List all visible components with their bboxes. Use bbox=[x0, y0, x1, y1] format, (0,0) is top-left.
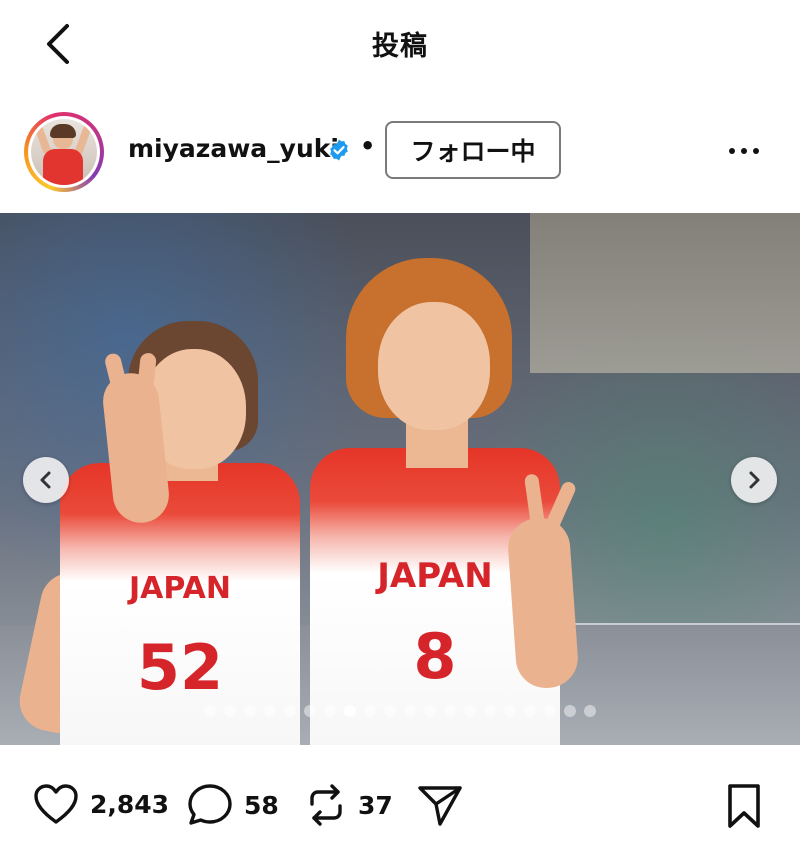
carousel-dot bbox=[264, 705, 276, 717]
more-options-button[interactable] bbox=[722, 136, 766, 166]
carousel-indicator bbox=[0, 704, 800, 718]
player-right: JAPAN 8 bbox=[290, 258, 610, 745]
post-actions: 2,843 58 37 bbox=[0, 760, 800, 848]
more-dot-icon bbox=[729, 148, 735, 154]
top-bar: 投稿 bbox=[0, 0, 800, 90]
carousel-dot bbox=[584, 705, 596, 717]
chevron-right-icon bbox=[749, 471, 760, 489]
chevron-left-icon bbox=[40, 471, 51, 489]
repost-icon bbox=[310, 784, 342, 826]
like-count: 2,843 bbox=[90, 789, 170, 819]
carousel-dot bbox=[564, 705, 576, 717]
carousel-dot bbox=[464, 705, 476, 717]
avatar[interactable] bbox=[24, 112, 104, 192]
carousel-dot bbox=[444, 705, 456, 717]
comment-count: 58 bbox=[244, 790, 279, 820]
like-button[interactable]: 2,843 bbox=[32, 782, 169, 826]
comment-button[interactable]: 58 bbox=[186, 782, 279, 828]
carousel-dot bbox=[524, 705, 536, 717]
more-dot-icon bbox=[741, 148, 747, 154]
username[interactable]: miyazawa_yuki bbox=[128, 134, 339, 163]
carousel-dot bbox=[224, 705, 236, 717]
comment-icon bbox=[188, 784, 232, 825]
carousel-prev-button[interactable] bbox=[23, 457, 69, 503]
post-author-row: miyazawa_yuki • フォロー中 bbox=[0, 100, 800, 204]
verified-badge-icon bbox=[330, 139, 348, 161]
carousel-dot bbox=[404, 705, 416, 717]
repost-button[interactable]: 37 bbox=[304, 782, 393, 828]
carousel-dot bbox=[544, 705, 556, 717]
carousel-dot bbox=[424, 705, 436, 717]
carousel-dot bbox=[204, 705, 216, 717]
player-left: JAPAN 52 bbox=[14, 313, 330, 745]
carousel-dot bbox=[484, 705, 496, 717]
heart-icon bbox=[34, 784, 78, 824]
repost-count: 37 bbox=[358, 790, 393, 820]
more-dot-icon bbox=[753, 148, 759, 154]
carousel-dot bbox=[304, 705, 316, 717]
share-button[interactable] bbox=[416, 782, 464, 828]
carousel-dot bbox=[284, 705, 296, 717]
avatar-image bbox=[31, 119, 97, 185]
carousel-next-button[interactable] bbox=[731, 457, 777, 503]
separator-dot: • bbox=[360, 132, 376, 160]
jersey-team-label: JAPAN bbox=[129, 571, 231, 606]
send-icon bbox=[418, 786, 462, 826]
bookmark-icon bbox=[728, 784, 760, 828]
carousel-dot bbox=[364, 705, 376, 717]
carousel-dot bbox=[324, 705, 336, 717]
jersey-left: JAPAN 52 bbox=[60, 463, 300, 745]
carousel-dot bbox=[244, 705, 256, 717]
carousel-dot bbox=[344, 705, 356, 717]
jersey-number: 52 bbox=[136, 631, 224, 704]
following-button[interactable]: フォロー中 bbox=[385, 121, 561, 179]
carousel-dot bbox=[504, 705, 516, 717]
save-button[interactable] bbox=[722, 782, 766, 834]
post-photo[interactable]: JAPAN 52 JAPAN 8 bbox=[0, 213, 800, 745]
page-title: 投稿 bbox=[372, 31, 428, 62]
carousel-dot bbox=[384, 705, 396, 717]
